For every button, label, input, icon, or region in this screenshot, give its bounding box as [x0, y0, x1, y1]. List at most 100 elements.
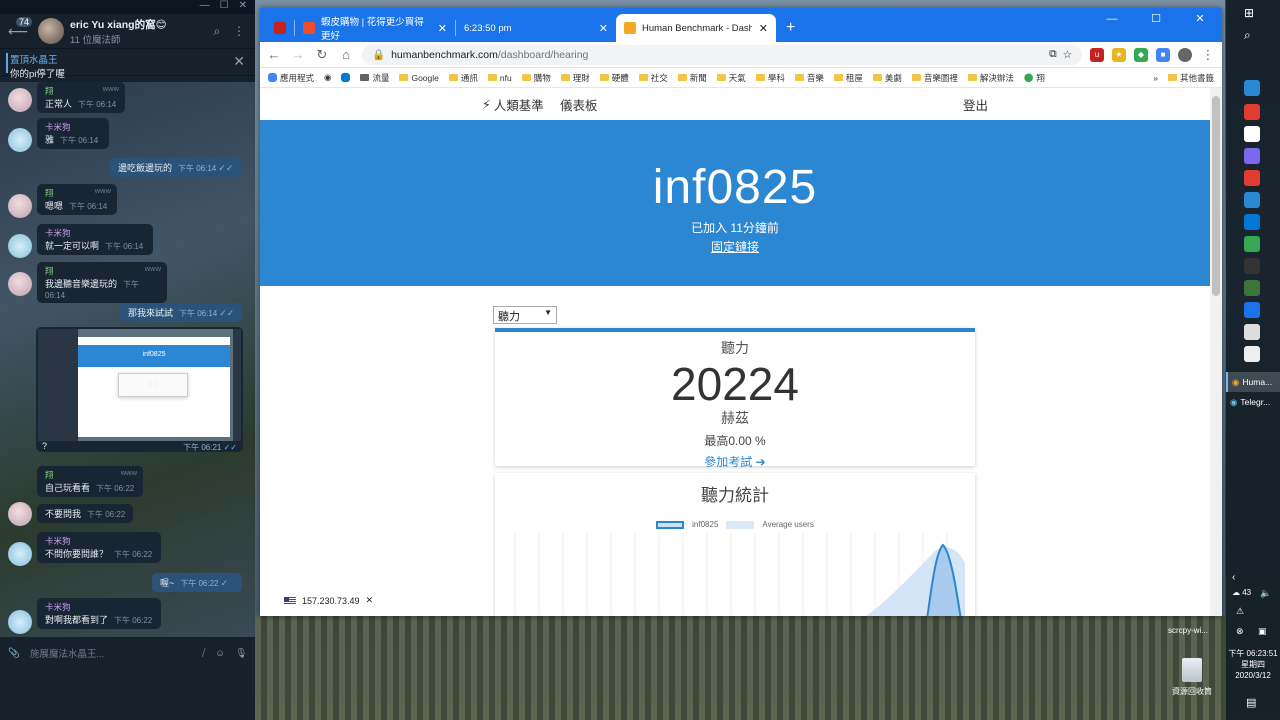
site-logo[interactable]: ⚡ 人類基準 [482, 95, 544, 114]
maximize-button[interactable]: ☐ [1134, 8, 1178, 30]
bookmark-apps[interactable]: 應用程式 [268, 72, 314, 84]
bookmark-folder[interactable]: 社交 [638, 72, 668, 84]
message-bubble[interactable]: 喔~ 下午 06:22 ✓ [152, 573, 242, 592]
test-select[interactable]: 聽力 ▼ [493, 306, 557, 324]
tab-close-icon[interactable]: ✕ [438, 22, 447, 35]
close-button[interactable]: ✕ [1178, 8, 1222, 30]
message-bubble[interactable]: www 翔 我邊聽音樂邊玩的 下午 06:14 [37, 262, 167, 303]
tab-shopee[interactable]: 蝦皮購物 | 花得更少買得更好 ✕ [295, 14, 455, 42]
network-icon[interactable]: ⚠ [1236, 606, 1244, 617]
notification-icon[interactable]: ▤ [1246, 696, 1256, 709]
home-icon[interactable]: ⌂ [338, 47, 354, 62]
other-bookmarks[interactable]: 其他書籤 [1167, 72, 1214, 84]
app-icon[interactable] [1244, 104, 1260, 120]
avatar[interactable] [8, 88, 32, 112]
avatar[interactable] [8, 128, 32, 152]
message-bubble[interactable]: 不要問我 下午 06:22 [37, 504, 133, 523]
attach-icon[interactable]: 📎 [8, 648, 20, 659]
search-icon[interactable]: ⌕ [209, 24, 225, 39]
message-bubble[interactable]: www 翔 正常人 下午 06:14 [37, 82, 125, 113]
todo-icon[interactable] [1244, 302, 1260, 318]
legend-swatch-average[interactable] [726, 520, 755, 529]
message-bubble[interactable]: 卡米狗 就一定可以啊 下午 06:14 [37, 224, 153, 255]
tab-pinned[interactable] [266, 14, 294, 42]
bookmark-folder[interactable]: 購物 [521, 72, 551, 84]
emoji-icon[interactable]: ☺ [215, 648, 225, 659]
app-icon[interactable] [1244, 346, 1260, 362]
reload-icon[interactable]: ↻ [314, 47, 330, 63]
bookmark-folder[interactable]: 天氣 [716, 72, 746, 84]
profile-avatar[interactable] [1178, 47, 1192, 62]
app-icon[interactable] [1244, 324, 1260, 340]
calendar-icon[interactable] [1244, 214, 1260, 230]
bookmark-folder[interactable]: 通訊 [448, 72, 478, 84]
menu-icon[interactable]: ⋮ [1200, 47, 1216, 63]
bookmarks-overflow-button[interactable]: » [1153, 73, 1158, 83]
bookmark-folder[interactable]: 理財 [560, 72, 590, 84]
message-bubble[interactable]: 邊吃飯邊玩的 下午 06:14 ✓✓ [110, 158, 242, 177]
bookmark-folder[interactable]: 學科 [755, 72, 785, 84]
tab-clock[interactable]: 6:23:50 pm ✕ [456, 14, 616, 42]
bookmark-item[interactable]: ⬤ 翔 [1024, 72, 1045, 84]
page-scrollbar[interactable] [1210, 88, 1222, 616]
close-icon[interactable]: ✕ [366, 595, 374, 606]
message-bubble[interactable]: www 翔 嗯嗯 下午 06:14 [37, 184, 117, 215]
message-bubble[interactable]: 卡米狗 雅下午 06:14 [37, 118, 109, 149]
chat-history[interactable]: www 翔 正常人 下午 06:14 卡米狗 雅下午 06:14 邊吃飯邊玩的 下午… [0, 82, 255, 637]
bookmark-item[interactable] [341, 73, 351, 82]
scrcpy-shortcut[interactable]: scrcpy-wi... [1168, 626, 1208, 635]
page-content[interactable]: ⚡ 人類基準 儀表板 登出 inf0825 已加入 11分鐘前 固定鏈接 聽力 ▼… [260, 88, 1210, 616]
close-icon[interactable]: ✕ [239, 0, 247, 14]
message-bubble[interactable]: 那我來試試 下午 06:14 ✓✓ [120, 303, 242, 322]
bookmark-item[interactable]: ◉ [324, 72, 331, 83]
nav-logout[interactable]: 登出 [963, 95, 988, 114]
search-icon[interactable]: ⌕ [1244, 28, 1260, 44]
translate-icon[interactable]: ⧉ [1049, 48, 1057, 61]
message-bubble[interactable]: 卡米狗 不問你要問誰？ 下午 06:22 [37, 532, 161, 563]
avatar[interactable] [8, 272, 32, 296]
more-icon[interactable]: ⋮ [231, 24, 247, 38]
forward-icon[interactable]: → [290, 47, 306, 62]
tab-human-benchmark[interactable]: Human Benchmark - Dashboard ✕ [616, 14, 776, 42]
recycle-bin[interactable]: 資源回收筒 [1168, 658, 1216, 697]
minimize-button[interactable]: — [1090, 8, 1134, 30]
permalink[interactable]: 固定鏈接 [260, 238, 1210, 255]
avatar[interactable] [38, 18, 64, 44]
back-icon[interactable]: ← [266, 47, 282, 62]
taskbar-app-telegram[interactable]: ◉ Telegr... [1226, 392, 1280, 412]
bookmark-item[interactable]: 流量 [360, 72, 389, 84]
avatar[interactable] [8, 194, 32, 218]
photo-message[interactable]: inf0825 10 ? 下午 06:21 ✓✓ [36, 327, 243, 452]
extension-icon[interactable]: ★ [1112, 47, 1126, 62]
app-icon[interactable] [1244, 258, 1260, 274]
app-icon[interactable] [1244, 280, 1260, 296]
windows-start-icon[interactable]: ⊞ [1244, 6, 1260, 22]
bookmark-folder[interactable]: 租屋 [833, 72, 863, 84]
calculator-icon[interactable] [1244, 80, 1260, 96]
bookmark-folder[interactable]: 硬體 [599, 72, 629, 84]
app-icon[interactable] [1244, 126, 1260, 142]
extension-icon[interactable]: ◆ [1134, 47, 1148, 62]
bookmark-folder[interactable]: 新聞 [677, 72, 707, 84]
alarm-icon[interactable] [1244, 148, 1260, 164]
app-icon[interactable] [1244, 236, 1260, 252]
new-tab-button[interactable]: + [776, 19, 805, 42]
bookmark-folder[interactable]: nfu [487, 73, 512, 83]
bookmark-folder[interactable]: 解決辦法 [967, 72, 1014, 84]
taskbar-clock[interactable]: 下午 06:23:51 星期四 2020/3/12 [1226, 648, 1280, 681]
ublock-icon[interactable]: u [1090, 47, 1104, 62]
mail-icon[interactable] [1244, 192, 1260, 208]
extension-icon[interactable]: ■ [1156, 47, 1170, 62]
message-bubble[interactable]: www 翔 自己玩看看 下午 06:22 [37, 466, 143, 497]
avatar[interactable] [8, 610, 32, 634]
nav-dashboard[interactable]: 儀表板 [560, 95, 598, 114]
avatar[interactable] [8, 542, 32, 566]
tab-close-icon[interactable]: ✕ [599, 22, 608, 35]
minimize-icon[interactable]: — [200, 0, 210, 14]
weather-temp[interactable]: ☁ 43 [1232, 588, 1251, 597]
message-input[interactable]: 施展魔法水晶王... [30, 646, 192, 660]
tray-icon[interactable]: ⊗ [1236, 626, 1244, 637]
chat-title[interactable]: eric Yu xiang的窩😊 11 位魔法師 [70, 17, 203, 46]
pinned-message[interactable]: 置頂水晶王 你的pi停了喔 ✕ [0, 48, 255, 80]
take-test-link[interactable]: 參加考試 ➔ [495, 453, 975, 470]
